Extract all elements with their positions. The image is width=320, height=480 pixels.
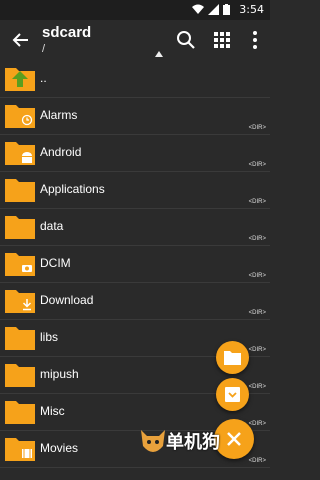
file-name: Android <box>40 145 82 159</box>
watermark-dog-icon <box>141 430 165 452</box>
dir-badge: <DIR> <box>248 384 266 390</box>
file-name: DCIM <box>40 256 71 270</box>
app-bar: sdcard / <box>0 20 270 60</box>
list-item[interactable]: DCIM <DIR> <box>0 245 270 283</box>
file-name: Alarms <box>40 108 78 122</box>
current-path[interactable]: / <box>42 43 45 55</box>
more-options-icon[interactable] <box>244 29 266 51</box>
file-name: mipush <box>40 367 79 381</box>
dir-badge: <DIR> <box>248 273 266 279</box>
dir-badge: <DIR> <box>248 125 266 131</box>
parent-folder-icon <box>5 68 35 91</box>
archive-icon <box>225 387 240 402</box>
folder-icon <box>5 216 35 239</box>
dir-badge: <DIR> <box>248 310 266 316</box>
file-name: data <box>40 219 64 233</box>
status-bar: 3:54 <box>0 0 270 20</box>
dir-badge: <DIR> <box>248 236 266 242</box>
grid-view-icon[interactable] <box>211 29 233 51</box>
alarm-folder-icon <box>5 105 35 128</box>
path-dropdown-icon[interactable] <box>155 51 163 57</box>
list-item[interactable]: Alarms <DIR> <box>0 97 270 135</box>
search-icon[interactable] <box>175 29 197 51</box>
android-folder-icon <box>5 142 35 165</box>
folder-icon <box>5 364 35 387</box>
camera-folder-icon <box>5 253 35 276</box>
status-icons <box>192 4 230 15</box>
close-icon <box>227 432 241 446</box>
back-arrow-icon[interactable] <box>10 29 32 51</box>
signal-icon <box>208 4 219 15</box>
file-name: Applications <box>40 182 105 196</box>
list-item[interactable]: Applications <DIR> <box>0 171 270 209</box>
dir-badge: <DIR> <box>248 199 266 205</box>
folder-icon <box>224 351 241 365</box>
close-fab-menu-button[interactable] <box>214 419 254 459</box>
folder-icon <box>5 327 35 350</box>
page-title: sdcard <box>42 24 92 41</box>
wifi-icon <box>192 4 204 14</box>
dir-badge: <DIR> <box>248 347 266 353</box>
file-list: .. Alarms <DIR> Android <DIR> Applicatio… <box>0 60 270 480</box>
list-item[interactable]: Download <DIR> <box>0 282 270 320</box>
file-name: Download <box>40 293 94 307</box>
archive-button[interactable] <box>216 378 249 411</box>
folder-icon <box>5 179 35 202</box>
file-name: .. <box>40 71 47 85</box>
new-folder-button[interactable] <box>216 341 249 374</box>
watermark-text: 单机狗 <box>166 432 220 453</box>
file-name: Movies <box>40 441 79 455</box>
list-item[interactable]: Android <DIR> <box>0 134 270 172</box>
file-name: Misc <box>40 404 65 418</box>
battery-icon <box>223 4 230 15</box>
file-name: libs <box>40 330 59 344</box>
download-folder-icon <box>5 290 35 313</box>
list-item-parent[interactable]: .. <box>0 60 270 98</box>
list-item[interactable]: data <DIR> <box>0 208 270 246</box>
folder-icon <box>5 401 35 424</box>
dir-badge: <DIR> <box>248 162 266 168</box>
dir-badge: <DIR> <box>248 421 266 427</box>
film-folder-icon <box>5 438 35 461</box>
status-time: 3:54 <box>239 3 264 16</box>
dir-badge: <DIR> <box>248 458 266 464</box>
